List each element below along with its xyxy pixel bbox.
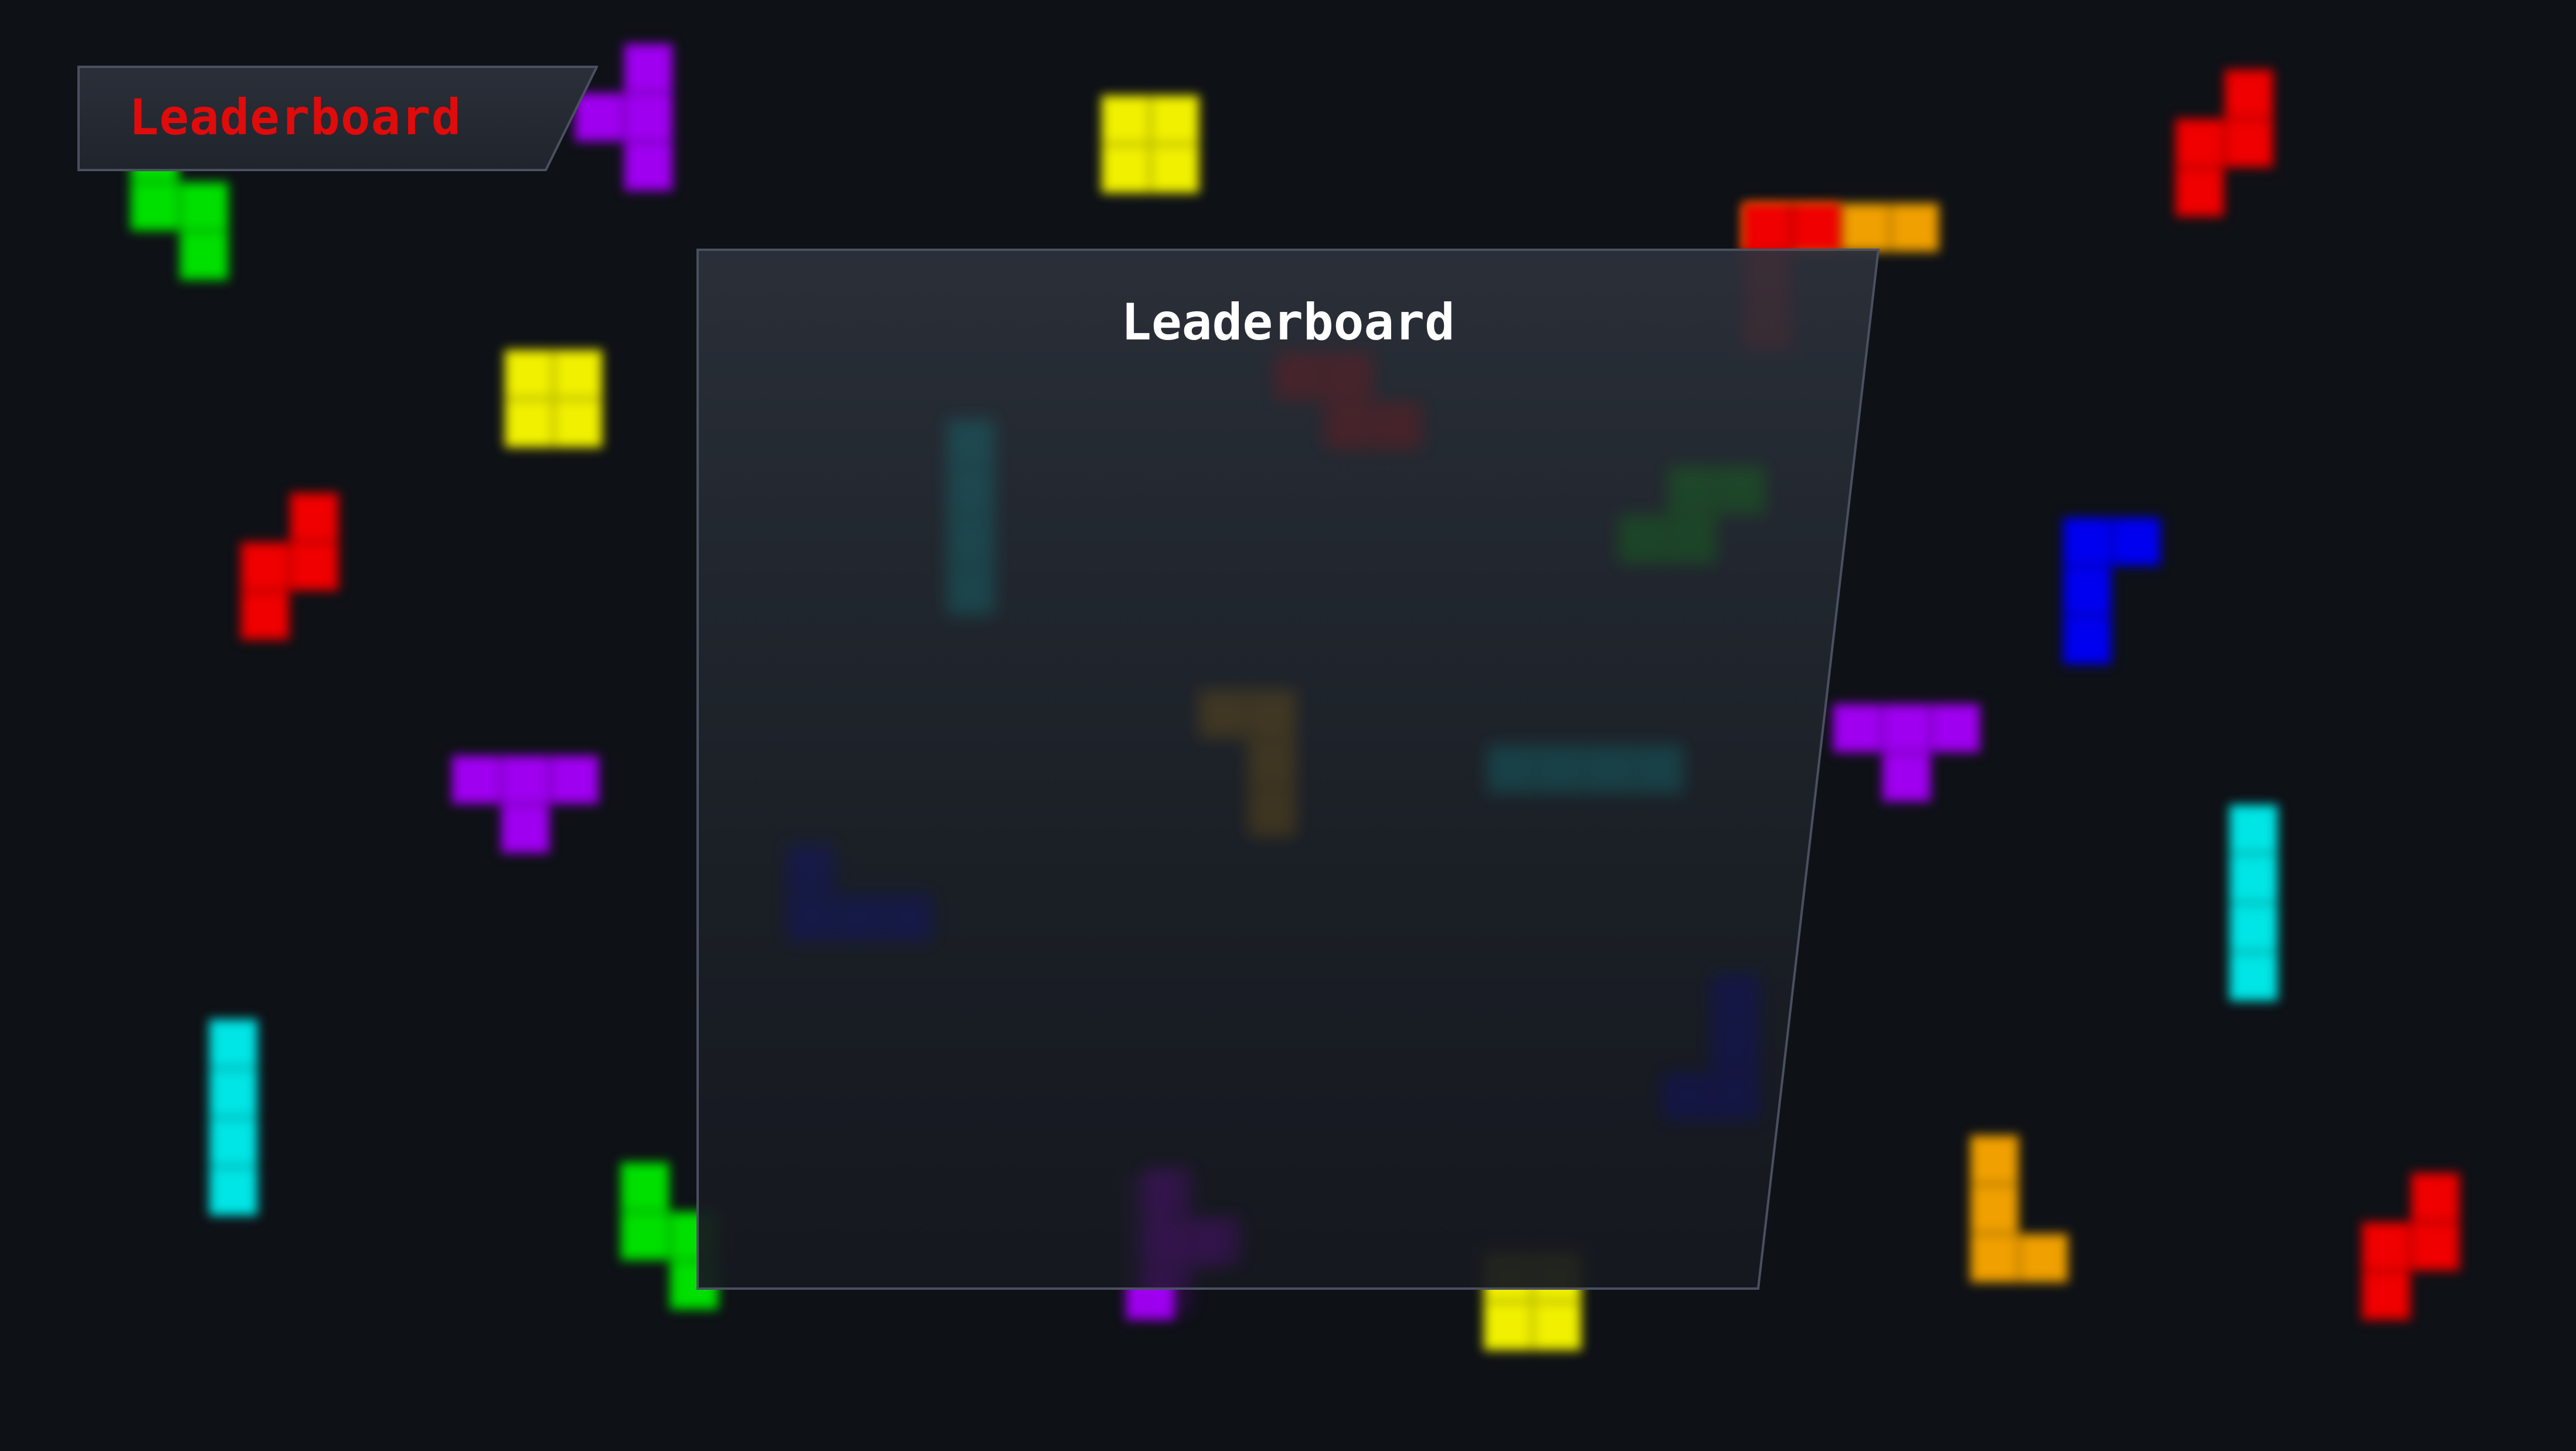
- tetromino-cell: [2019, 1233, 2068, 1283]
- tetromino-cell: [2411, 1222, 2460, 1271]
- tetromino-cell: [946, 517, 995, 566]
- tetromino-cell: [1711, 973, 1760, 1022]
- tetromino-cell: [1192, 1216, 1242, 1265]
- tetromino-cell: [240, 591, 290, 640]
- tetromino-cell: [2361, 1222, 2411, 1271]
- tetromino-cell: [504, 349, 553, 399]
- tetromino-cell: [553, 399, 603, 448]
- tetromino-cell: [946, 566, 995, 616]
- tetromino-cell: [2411, 1173, 2460, 1222]
- tetromino-cell: [550, 755, 599, 804]
- tetromino-cell: [209, 1068, 258, 1117]
- tetromino-cell: [209, 1167, 258, 1216]
- tetromino-cell: [2229, 854, 2278, 903]
- tetromino-cell: [1585, 745, 1634, 794]
- tetromino-cell: [290, 492, 339, 542]
- tetromino-cell: [1841, 203, 1890, 252]
- tetromino-cell: [884, 893, 933, 943]
- tetromino-cell: [1970, 1184, 2019, 1233]
- tetromino-cell: [1143, 1167, 1192, 1216]
- tetromino-cell: [1792, 203, 1841, 252]
- tetromino-cell: [786, 893, 835, 943]
- tetromino-cell: [553, 349, 603, 399]
- tetromino-cell: [835, 893, 884, 943]
- tetromino-cell: [2175, 168, 2224, 217]
- tetromino-cell: [1882, 753, 1931, 802]
- tetromino-cell: [2112, 517, 2161, 566]
- tetromino-cell: [1532, 1302, 1582, 1351]
- tetromino-cell: [2224, 69, 2273, 118]
- tetromino-cell: [1143, 1216, 1192, 1265]
- tetromino-cell: [1150, 95, 1199, 144]
- tetromino-cell: [1970, 1135, 2019, 1184]
- tetromino-cell: [1198, 689, 1248, 739]
- tetromino-cell: [1667, 465, 1717, 515]
- tetromino-cell: [1717, 465, 1766, 515]
- tetromino-cell: [451, 755, 501, 804]
- leaderboard-tab-label: Leaderboard: [129, 89, 462, 146]
- tetromino-cell: [1324, 401, 1373, 450]
- tetromino-cell: [1101, 95, 1150, 144]
- tetromino-cell: [946, 419, 995, 468]
- tetromino-cell: [1150, 144, 1199, 193]
- tetromino-cell: [575, 93, 624, 142]
- tetromino-cell: [1487, 745, 1536, 794]
- tetromino-cell: [1970, 1233, 2019, 1283]
- tetromino-cell: [1248, 739, 1297, 788]
- leaderboard-title: Leaderboard: [1121, 293, 1455, 352]
- tetromino-cell: [1275, 352, 1324, 401]
- tetromino-cell: [1667, 515, 1717, 564]
- tetromino-cell: [1373, 401, 1422, 450]
- tetromino-cell: [501, 804, 550, 854]
- tetromino-cell: [240, 542, 290, 591]
- tetromino-cell: [2361, 1271, 2411, 1320]
- tetromino-cell: [786, 844, 835, 893]
- tetromino-cell: [620, 1211, 670, 1260]
- tetromino-cell: [130, 182, 179, 231]
- tetromino-cell: [624, 43, 673, 93]
- tetromino-cell: [209, 1117, 258, 1167]
- tetromino-cell: [290, 542, 339, 591]
- tetromino-cell: [2175, 118, 2224, 168]
- tetromino-cell: [1711, 1022, 1760, 1072]
- tetromino-cell: [179, 182, 229, 231]
- tetromino-cell: [1634, 745, 1684, 794]
- tetromino-cell: [504, 399, 553, 448]
- tetromino-cell: [2229, 952, 2278, 1001]
- tetromino-cell: [1890, 203, 1939, 252]
- tetromino-cell: [1931, 704, 1980, 753]
- tetromino-cell: [1882, 704, 1931, 753]
- tetromino-cell: [1536, 745, 1585, 794]
- tetromino-cell: [624, 93, 673, 142]
- tetromino-cell: [2229, 804, 2278, 854]
- tetromino-cell: [1143, 1265, 1192, 1314]
- tetromino-cell: [179, 231, 229, 280]
- tetromino-cell: [2229, 903, 2278, 952]
- tetromino-cell: [624, 142, 673, 191]
- tetromino-cell: [1742, 203, 1792, 252]
- tetromino-cell: [2062, 616, 2112, 665]
- tetromino-cell: [1618, 515, 1667, 564]
- tetromino-cell: [620, 1162, 670, 1211]
- tetromino-cell: [2224, 118, 2273, 168]
- tetromino-cell: [501, 755, 550, 804]
- tetromino-cell: [1101, 144, 1150, 193]
- tetromino-cell: [1483, 1302, 1532, 1351]
- tetromino-cell: [1324, 352, 1373, 401]
- tetromino-cell: [2062, 517, 2112, 566]
- tetromino-cell: [946, 468, 995, 517]
- tetromino-cell: [1248, 788, 1297, 837]
- tetromino-cell: [1248, 689, 1297, 739]
- tetromino-cell: [1661, 1072, 1711, 1121]
- tetromino-cell: [1833, 704, 1882, 753]
- tetromino-cell: [2062, 566, 2112, 616]
- tetromino-cell: [209, 1019, 258, 1068]
- tetromino-cell: [1711, 1072, 1760, 1121]
